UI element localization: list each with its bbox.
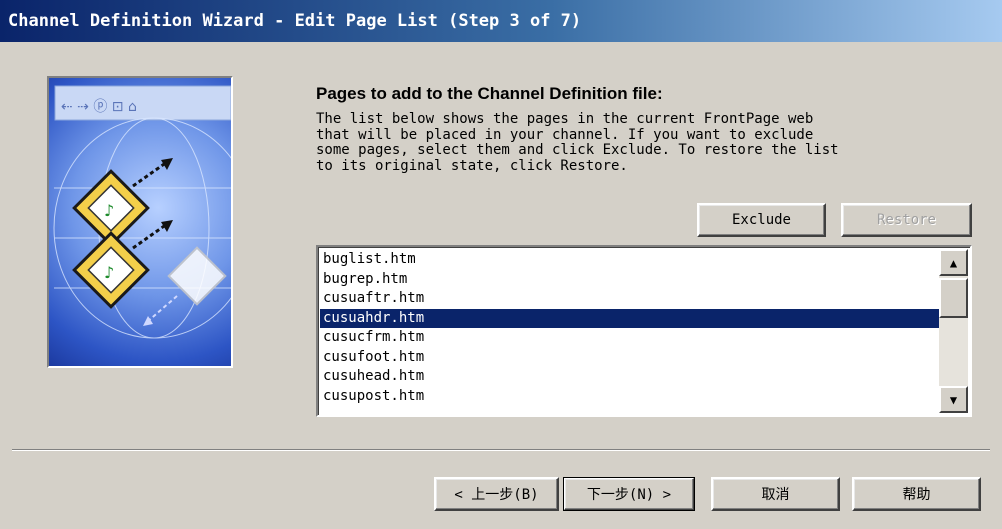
vertical-scrollbar[interactable]: ▲ ▼ (939, 249, 968, 413)
restore-button[interactable]: Restore (841, 203, 972, 237)
scroll-down-button[interactable]: ▼ (939, 386, 968, 413)
list-item[interactable]: cusucfrm.htm (320, 328, 939, 348)
wizard-window: Channel Definition Wizard - Edit Page Li… (0, 0, 1002, 529)
svg-text:⇠ ⇢ ⓟ ⊡ ⌂: ⇠ ⇢ ⓟ ⊡ ⌂ (61, 99, 137, 115)
list-item[interactable]: cusuhead.htm (320, 367, 939, 387)
title-bar[interactable]: Channel Definition Wizard - Edit Page Li… (0, 0, 1002, 42)
svg-text:♪: ♪ (104, 201, 114, 220)
next-button[interactable]: 下一步(N) > (563, 477, 695, 511)
window-title: Channel Definition Wizard - Edit Page Li… (8, 11, 582, 31)
scroll-up-button[interactable]: ▲ (939, 249, 968, 276)
page-list[interactable]: buglist.htm bugrep.htm cusuaftr.htm cusu… (316, 245, 972, 417)
instructions-text: The list below shows the pages in the cu… (316, 111, 839, 174)
help-button[interactable]: 帮助 (852, 477, 981, 511)
page-heading: Pages to add to the Channel Definition f… (316, 84, 663, 103)
svg-text:♪: ♪ (104, 263, 114, 282)
exclude-button[interactable]: Exclude (697, 203, 826, 237)
channel-globe-icon: ⇠ ⇢ ⓟ ⊡ ⌂ ♪ ♪ (53, 85, 231, 339)
cancel-button[interactable]: 取消 (711, 477, 840, 511)
back-button[interactable]: < 上一步(B) (434, 477, 559, 511)
scroll-thumb[interactable] (939, 278, 968, 318)
list-item[interactable]: cusupost.htm (320, 387, 939, 407)
arrow-up-icon: ▲ (949, 255, 958, 270)
list-item[interactable]: cusuaftr.htm (320, 289, 939, 309)
list-item-selected[interactable]: cusuahdr.htm (320, 308, 939, 328)
list-item[interactable]: cusufoot.htm (320, 348, 939, 368)
arrow-down-icon: ▼ (949, 392, 958, 407)
footer-separator (12, 449, 990, 451)
wizard-illustration: ⇠ ⇢ ⓟ ⊡ ⌂ ♪ ♪ (47, 76, 233, 368)
page-list-items: buglist.htm bugrep.htm cusuaftr.htm cusu… (320, 250, 939, 406)
list-item[interactable]: buglist.htm (320, 250, 939, 270)
list-item[interactable]: bugrep.htm (320, 270, 939, 290)
